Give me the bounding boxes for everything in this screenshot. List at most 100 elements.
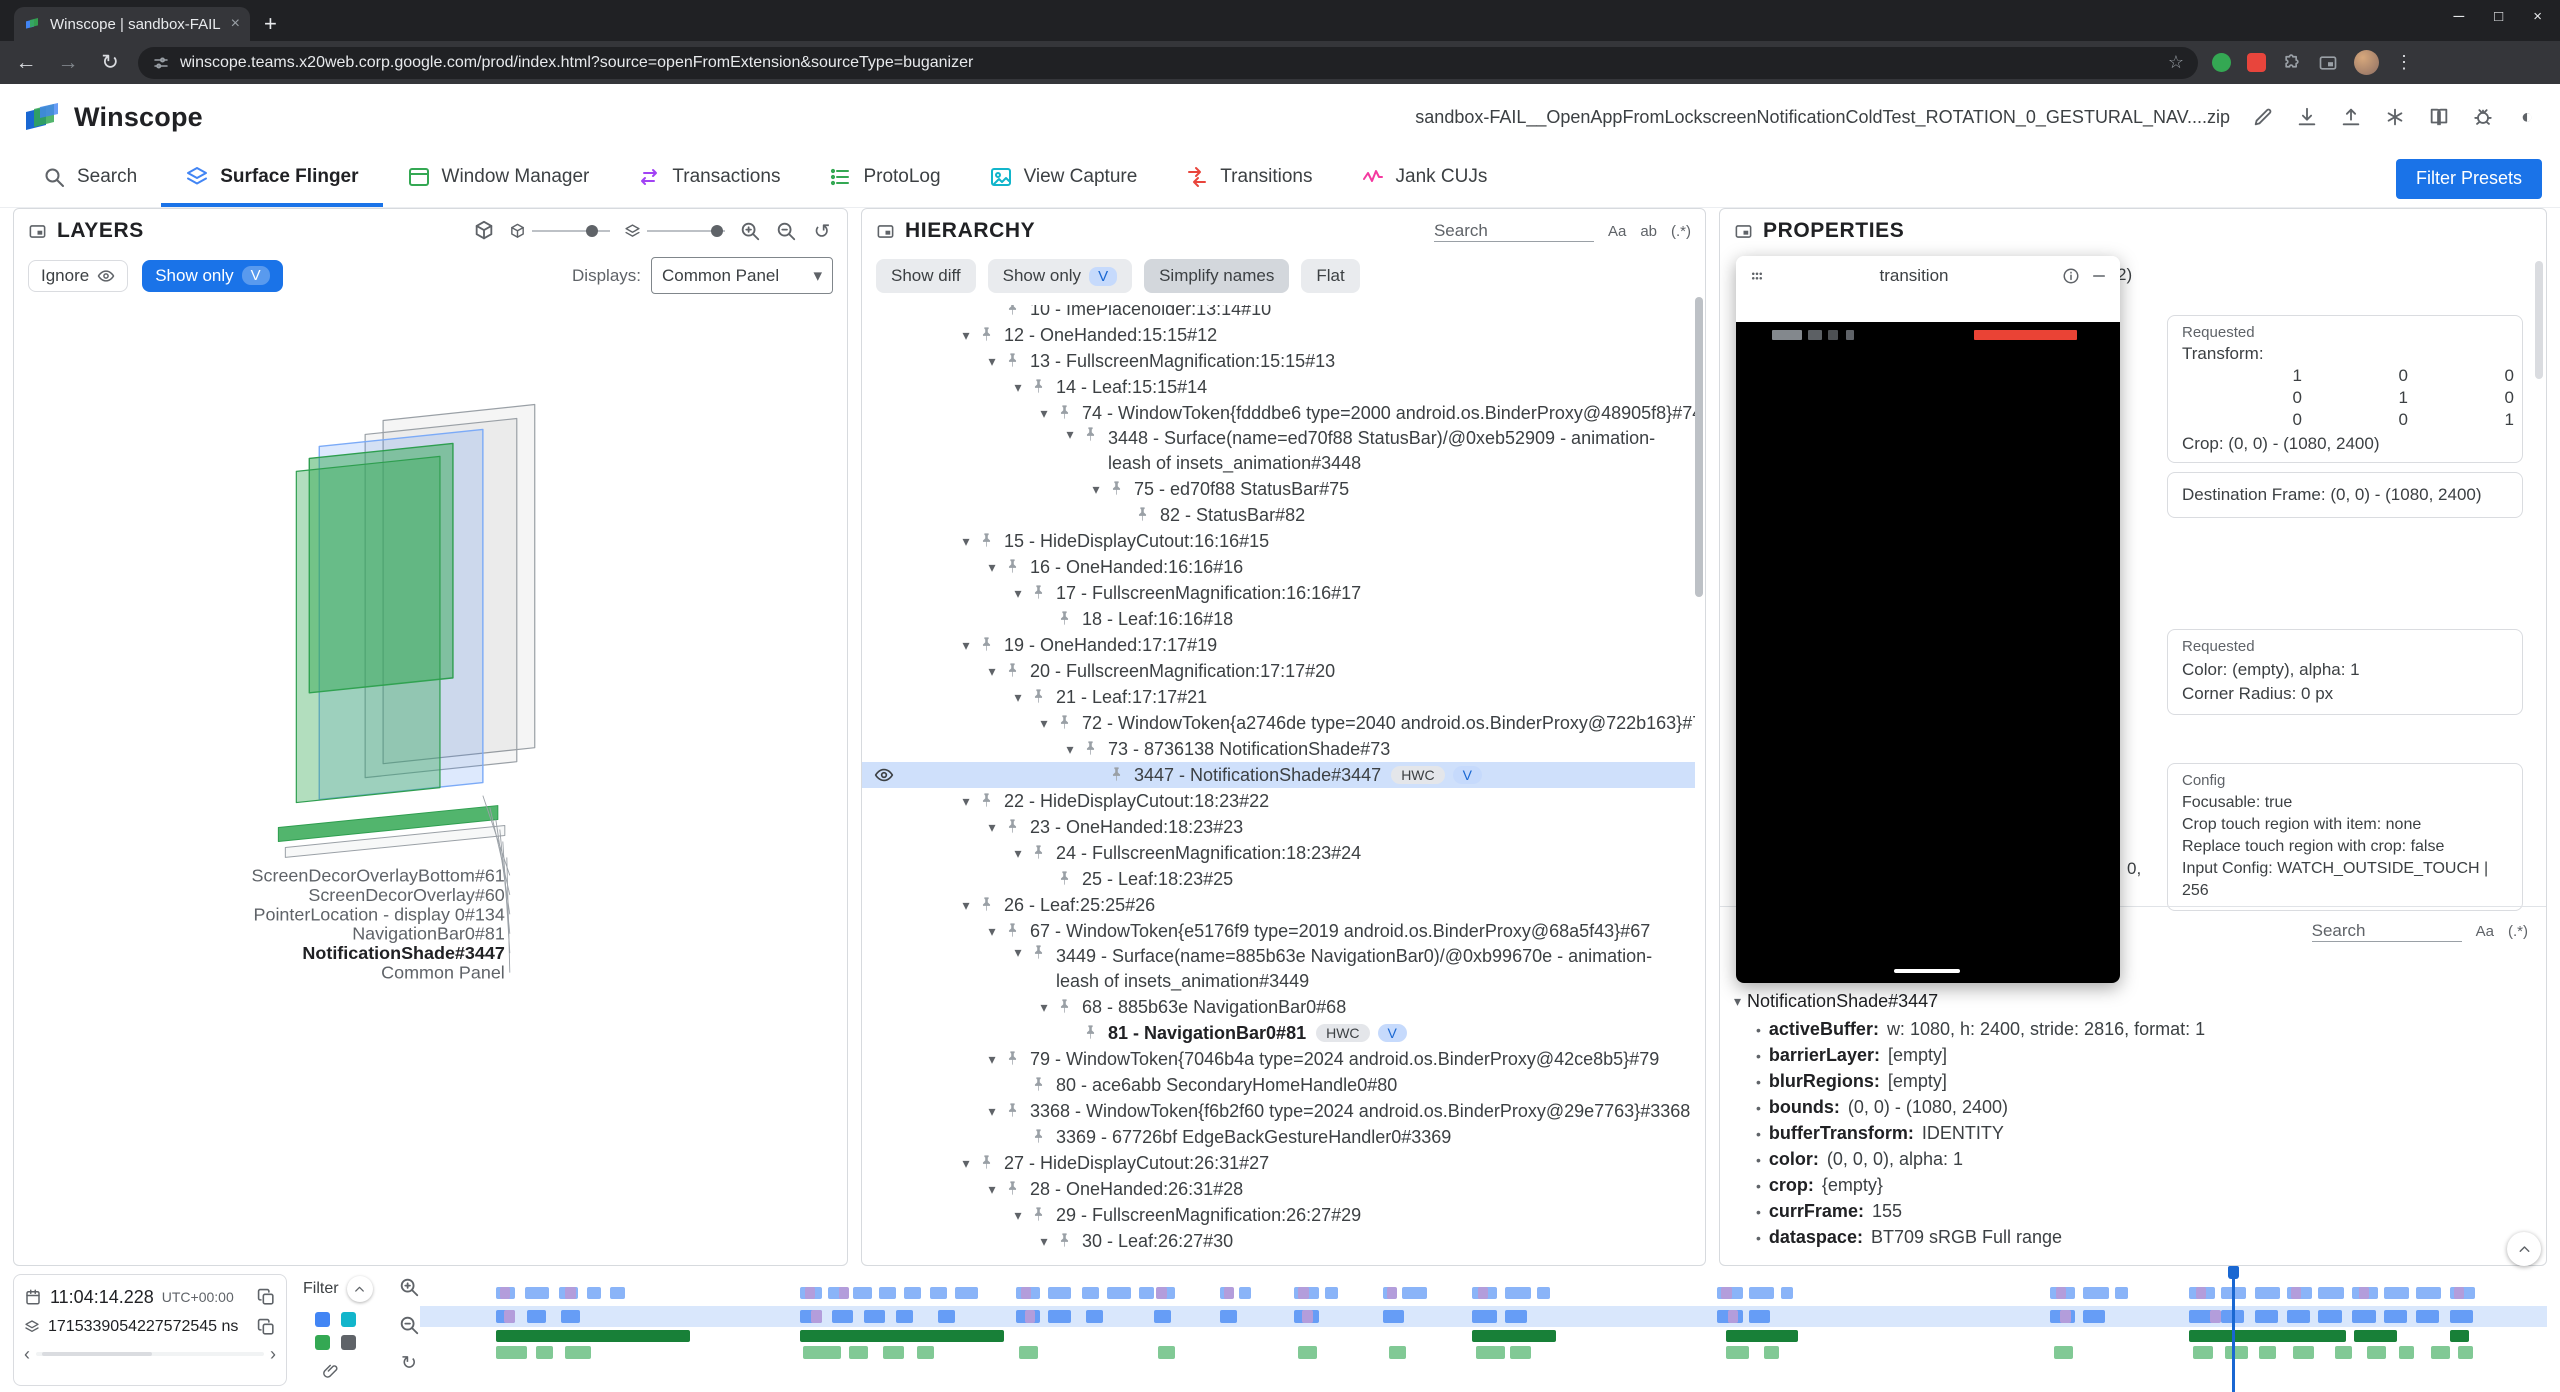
trace-toggle-icon[interactable] bbox=[341, 1335, 356, 1350]
hierarchy-node[interactable]: ▾17 - FullscreenMagnification:16:16#17 bbox=[862, 580, 1695, 606]
extension-red-icon[interactable] bbox=[2247, 53, 2266, 72]
hierarchy-node[interactable]: ▾75 - ed70f88 StatusBar#75 bbox=[862, 476, 1695, 502]
expand-toggle[interactable]: ▾ bbox=[954, 897, 978, 914]
expand-toggle[interactable]: ▾ bbox=[980, 1181, 1004, 1198]
expand-toggle[interactable]: ▾ bbox=[1032, 715, 1056, 732]
hierarchy-node[interactable]: ▾15 - HideDisplayCutout:16:16#15 bbox=[862, 528, 1695, 554]
pin-icon[interactable] bbox=[1030, 1076, 1052, 1094]
trace-entry-sf-events[interactable] bbox=[2384, 1287, 2409, 1299]
trace-entry-wm-dumps[interactable] bbox=[496, 1346, 528, 1359]
pin-icon[interactable] bbox=[978, 532, 1000, 550]
property-row[interactable]: •dataspace:BT709 sRGB Full range bbox=[1756, 1227, 2538, 1253]
trace-tab-surface-flinger[interactable]: Surface Flinger bbox=[161, 150, 382, 207]
trace-entry-sf-events[interactable] bbox=[2416, 1287, 2441, 1299]
hierarchy-node[interactable]: ▾79 - WindowToken{7046b4a type=2024 andr… bbox=[862, 1046, 1695, 1072]
hierarchy-node[interactable]: ▾13 - FullscreenMagnification:15:15#13 bbox=[862, 348, 1695, 374]
documentation-icon[interactable] bbox=[2428, 106, 2450, 128]
trace-entry-wm-dumps[interactable] bbox=[565, 1346, 590, 1359]
trace-entry-sf-events[interactable] bbox=[2083, 1287, 2108, 1299]
trace-entry-transactions-a[interactable] bbox=[1478, 1287, 1489, 1299]
scroll-right-icon[interactable]: › bbox=[270, 1344, 276, 1365]
pin-icon[interactable] bbox=[1108, 480, 1130, 498]
trace-entry-transactions-b[interactable] bbox=[2060, 1310, 2071, 1323]
browser-menu-icon[interactable]: ⋮ bbox=[2395, 52, 2413, 73]
pin-icon[interactable] bbox=[1056, 1232, 1078, 1250]
trace-entry-transactions-a[interactable] bbox=[2056, 1287, 2067, 1299]
layer-label[interactable]: NavigationBar0#81 bbox=[352, 924, 505, 944]
trace-entry-sf-events[interactable] bbox=[879, 1287, 896, 1299]
trace-entry-wm-dumps[interactable] bbox=[2225, 1346, 2248, 1359]
trace-entry-wm-trace[interactable] bbox=[2450, 1330, 2469, 1342]
trace-entry-sf-selected[interactable] bbox=[2287, 1310, 2310, 1323]
trace-tab-jank-cujs[interactable]: Jank CUJs bbox=[1337, 150, 1512, 207]
trace-entry-transactions-a[interactable] bbox=[1021, 1287, 1032, 1299]
trace-entry-sf-selected[interactable] bbox=[2416, 1310, 2439, 1323]
expand-toggle[interactable]: ▾ bbox=[1032, 999, 1056, 1016]
trace-entry-sf-selected[interactable] bbox=[2083, 1310, 2104, 1323]
property-row[interactable]: •bufferTransform:IDENTITY bbox=[1756, 1123, 2538, 1149]
filter-chip-show-diff[interactable]: Show diff bbox=[876, 259, 976, 293]
hierarchy-node[interactable]: ▾23 - OneHanded:18:23#23 bbox=[862, 814, 1695, 840]
expand-toggle[interactable]: ▾ bbox=[980, 1103, 1004, 1120]
report-bug-icon[interactable] bbox=[2472, 106, 2494, 128]
bookmark-star-icon[interactable]: ☆ bbox=[2168, 52, 2184, 73]
trace-tab-window-manager[interactable]: Window Manager bbox=[383, 150, 614, 207]
trace-entry-transactions-a[interactable] bbox=[2359, 1287, 2370, 1299]
pin-icon[interactable] bbox=[1030, 584, 1052, 602]
copy-ns-icon[interactable] bbox=[257, 1318, 276, 1337]
trace-entry-sf-selected[interactable] bbox=[2352, 1310, 2375, 1323]
expand-toggle[interactable]: ▾ bbox=[1058, 741, 1082, 758]
trace-entry-wm-dumps[interactable] bbox=[2399, 1346, 2414, 1359]
trace-entry-sf-selected[interactable] bbox=[2189, 1310, 2212, 1323]
trace-entry-wm-dumps[interactable] bbox=[849, 1346, 868, 1359]
expand-toggle[interactable]: ▾ bbox=[1006, 585, 1030, 602]
trace-entry-sf-selected[interactable] bbox=[1086, 1310, 1103, 1323]
trace-entry-sf-events[interactable] bbox=[587, 1287, 602, 1299]
trace-entry-wm-dumps[interactable] bbox=[1389, 1346, 1406, 1359]
trace-entry-sf-events[interactable] bbox=[904, 1287, 921, 1299]
trace-entry-wm-dumps[interactable] bbox=[917, 1346, 934, 1359]
timeline-zoom-out-icon[interactable] bbox=[398, 1314, 420, 1336]
regex-icon[interactable]: (.*) bbox=[1671, 223, 1691, 240]
trace-entry-wm-dumps[interactable] bbox=[883, 1346, 904, 1359]
pin-icon[interactable] bbox=[978, 896, 1000, 914]
trace-entry-sf-events[interactable] bbox=[2318, 1287, 2343, 1299]
pin-icon[interactable] bbox=[1056, 404, 1078, 422]
hierarchy-node[interactable]: ▾67 - WindowToken{e5176f9 type=2019 andr… bbox=[862, 918, 1695, 944]
hierarchy-node[interactable]: ▾21 - Leaf:17:17#21 bbox=[862, 684, 1695, 710]
trace-entry-wm-dumps[interactable] bbox=[1158, 1346, 1175, 1359]
hierarchy-node[interactable]: ▾73 - 8736138 NotificationShade#73 bbox=[862, 736, 1695, 762]
trace-entry-sf-events[interactable] bbox=[1402, 1287, 1427, 1299]
download-traces-icon[interactable] bbox=[2296, 106, 2318, 128]
expand-toggle[interactable]: ▾ bbox=[980, 1051, 1004, 1068]
pin-icon[interactable] bbox=[1056, 998, 1078, 1016]
trace-entry-transactions-a[interactable] bbox=[565, 1287, 576, 1299]
trace-entry-sf-events[interactable] bbox=[2255, 1287, 2280, 1299]
expand-toggle[interactable]: ▾ bbox=[980, 923, 1004, 940]
pin-icon[interactable] bbox=[1004, 1180, 1026, 1198]
hierarchy-node[interactable]: ▾3449 - Surface(name=885b63e NavigationB… bbox=[862, 944, 1695, 994]
hierarchy-node[interactable]: ▾29 - FullscreenMagnification:26:27#29 bbox=[862, 1202, 1695, 1228]
filter-presets-button[interactable]: Filter Presets bbox=[2396, 159, 2542, 199]
expand-toggle[interactable]: ▾ bbox=[954, 533, 978, 550]
forward-button[interactable]: → bbox=[54, 51, 82, 75]
timeline-cursor[interactable] bbox=[2232, 1266, 2235, 1392]
match-word-icon[interactable]: ab bbox=[1640, 223, 1657, 240]
trace-entry-wm-trace[interactable] bbox=[1726, 1330, 1798, 1342]
trace-tab-protolog[interactable]: ProtoLog bbox=[804, 150, 964, 207]
refresh-button[interactable]: ↻ bbox=[96, 50, 124, 75]
trace-entry-transactions-b[interactable] bbox=[2210, 1310, 2221, 1323]
pin-icon[interactable] bbox=[1056, 610, 1078, 628]
hierarchy-node[interactable]: ▾68 - 885b63e NavigationBar0#68 bbox=[862, 994, 1695, 1020]
timeline-scrollbar[interactable] bbox=[36, 1352, 264, 1356]
pin-icon[interactable] bbox=[1030, 1128, 1052, 1146]
property-row[interactable]: •color:(0, 0, 0), alpha: 1 bbox=[1756, 1149, 2538, 1175]
trace-entry-sf-selected[interactable] bbox=[1749, 1310, 1770, 1323]
expand-toggle[interactable]: ▾ bbox=[954, 1155, 978, 1172]
pin-icon[interactable] bbox=[1082, 426, 1104, 444]
hierarchy-scrollbar[interactable] bbox=[1695, 297, 1703, 597]
trace-entry-sf-events[interactable] bbox=[1082, 1287, 1099, 1299]
hierarchy-node[interactable]: ▾16 - OneHanded:16:16#16 bbox=[862, 554, 1695, 580]
hierarchy-node[interactable]: ▾72 - WindowToken{a2746de type=2040 andr… bbox=[862, 710, 1695, 736]
trace-entry-sf-selected[interactable] bbox=[1505, 1310, 1526, 1323]
